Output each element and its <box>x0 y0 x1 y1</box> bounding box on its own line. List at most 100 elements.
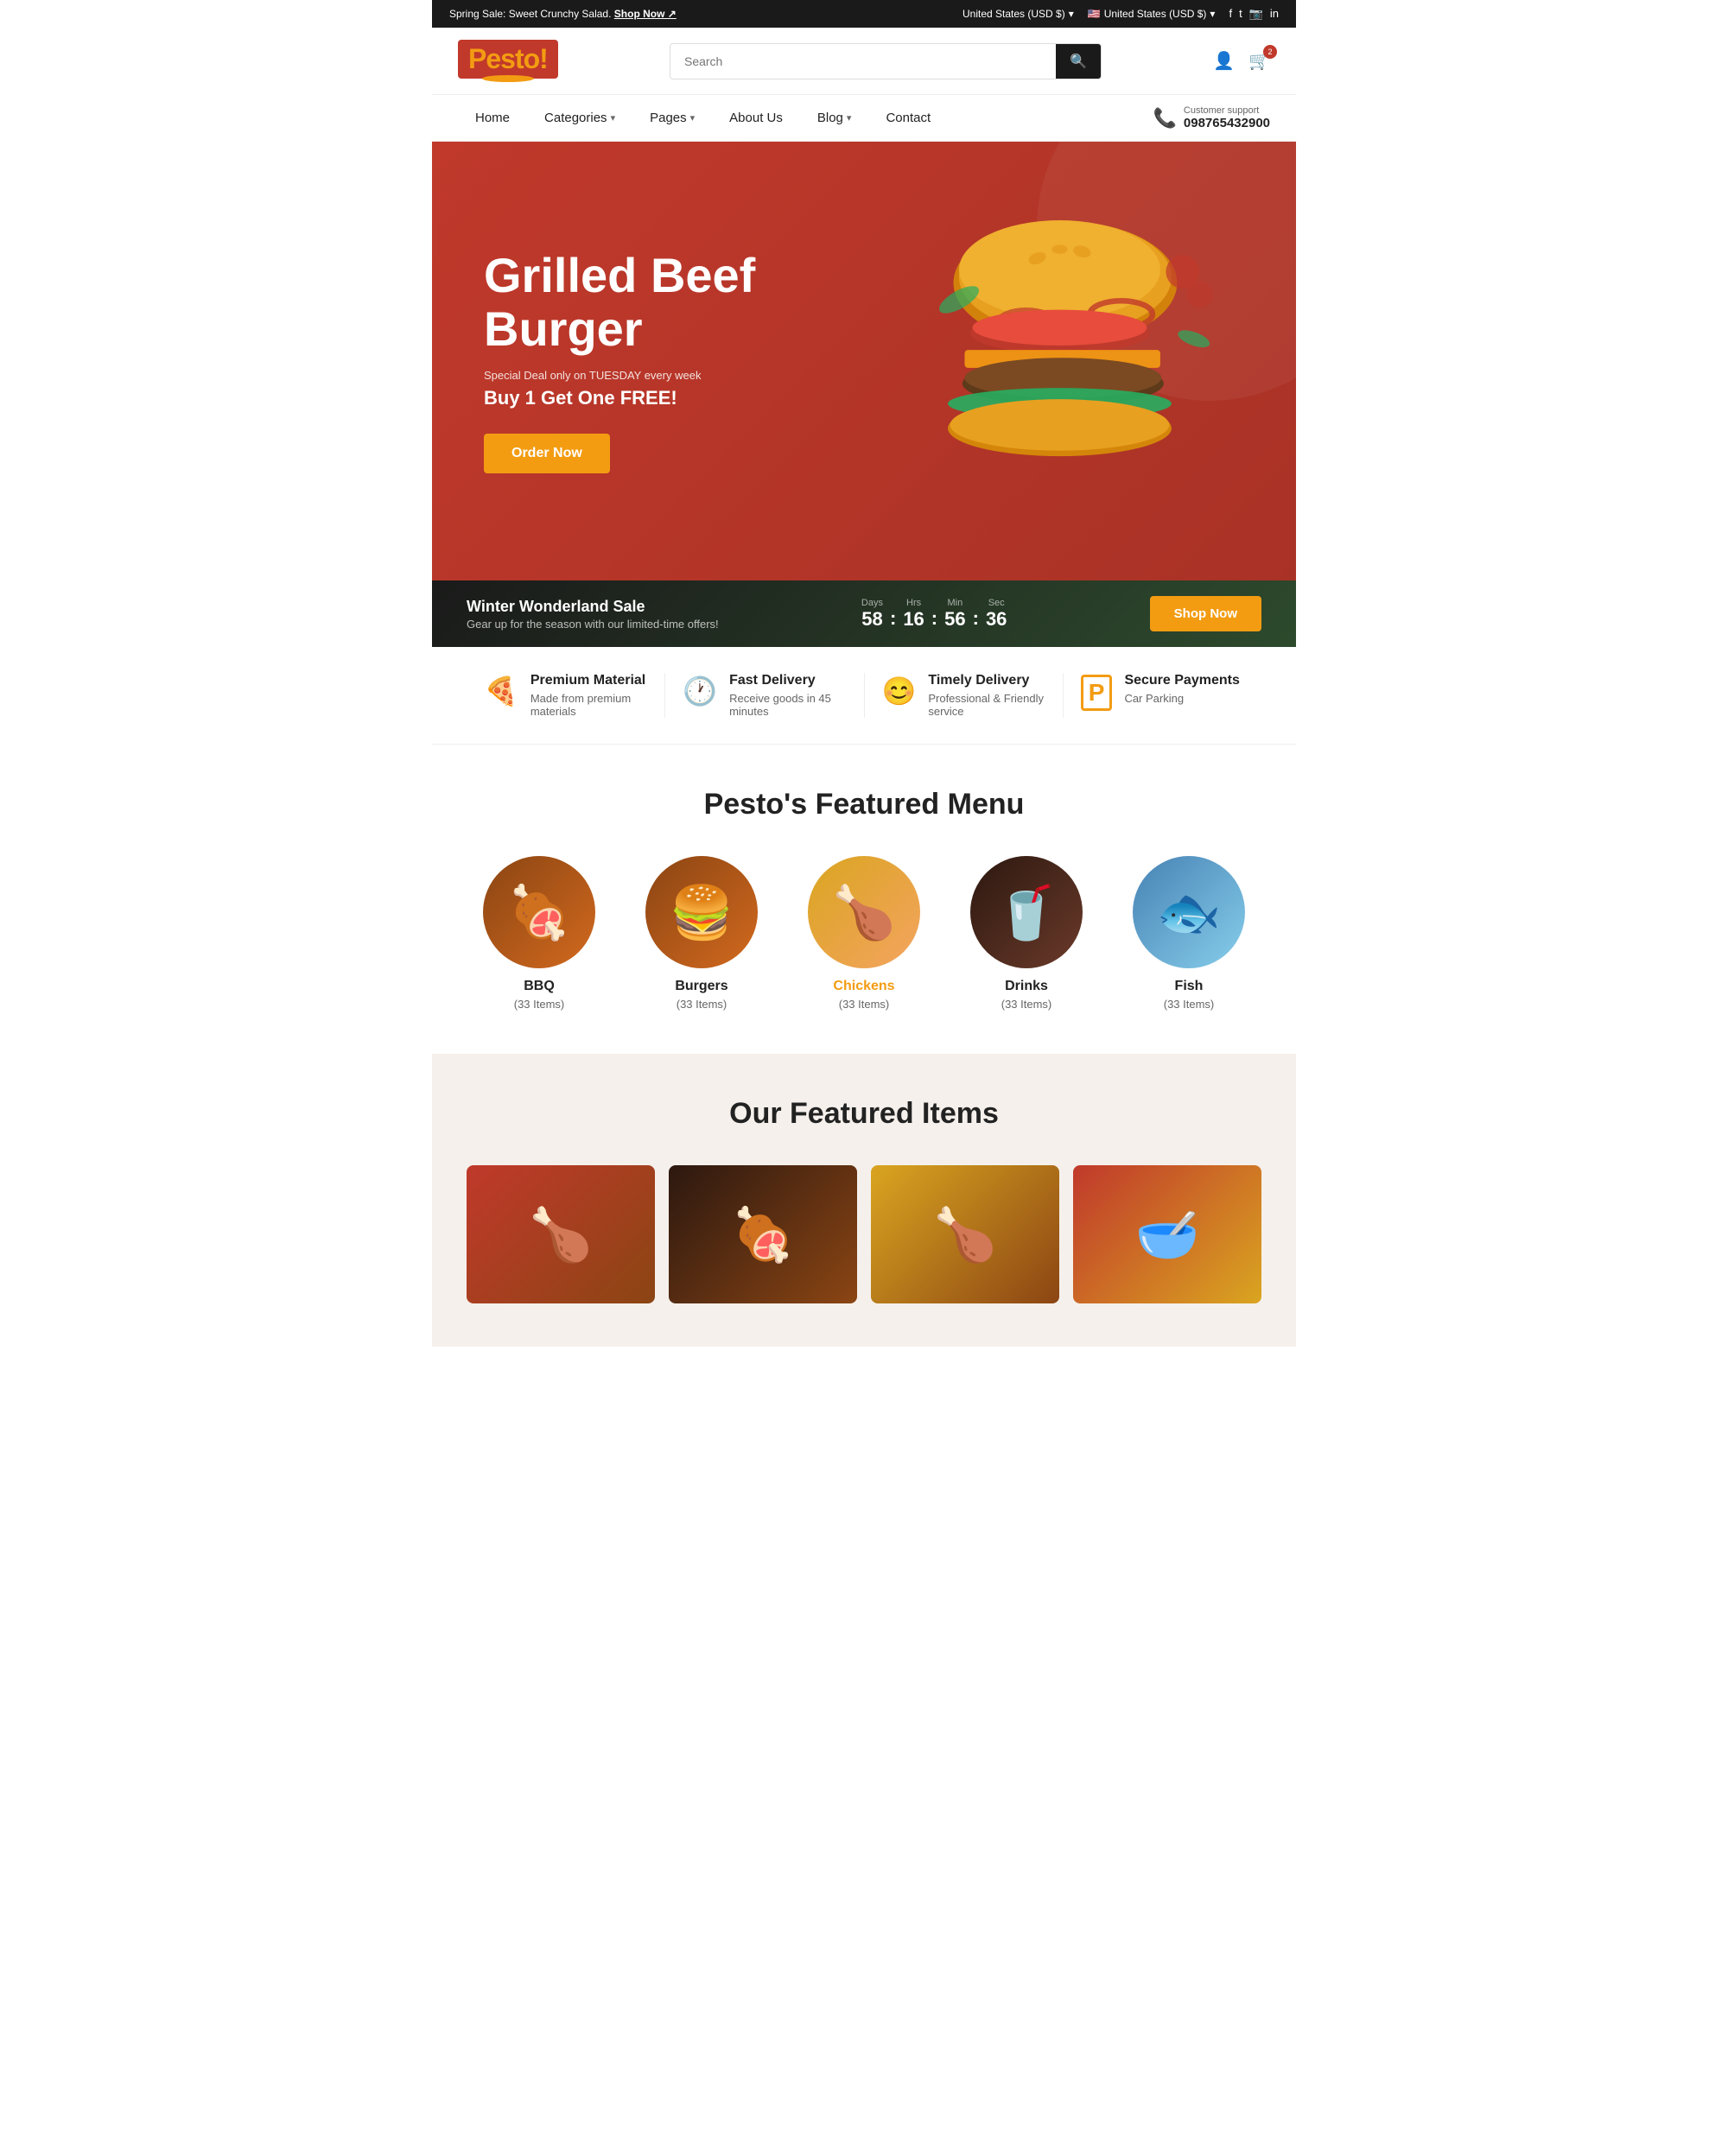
customer-support: 📞 Customer support 098765432900 <box>1153 105 1270 130</box>
features-strip: 🍕 Premium Material Made from premium mat… <box>432 647 1296 745</box>
user-icon[interactable]: 👤 <box>1213 50 1235 72</box>
logo[interactable]: Pesto! <box>458 40 558 82</box>
nav-contact[interactable]: Contact <box>868 95 948 141</box>
flag-icon: 🇺🇸 <box>1088 8 1101 20</box>
countdown-min: Min 56 <box>944 598 965 631</box>
linkedin-icon[interactable]: in <box>1270 7 1279 21</box>
nav-categories[interactable]: Categories ▾ <box>527 95 632 141</box>
currency-selector[interactable]: United States (USD $) ▾ <box>962 8 1074 20</box>
nav-about[interactable]: About Us <box>712 95 800 141</box>
feature-premium-text: Premium Material Made from premium mater… <box>530 673 647 718</box>
item-img-1: 🍗 <box>467 1165 655 1303</box>
items-grid: 🍗 🍖 🍗 🥣 <box>467 1165 1261 1303</box>
bbq-emoji: 🍖 <box>507 882 572 943</box>
pages-chevron: ▾ <box>690 112 696 124</box>
currency-chevron: ▾ <box>1069 8 1074 20</box>
support-phone[interactable]: 098765432900 <box>1184 116 1270 130</box>
category-bbq[interactable]: 🍖 BBQ (33 Items) <box>467 856 612 1011</box>
announcement-shop-now[interactable]: Shop Now ↗ <box>614 8 677 20</box>
country-chevron: ▾ <box>1210 8 1215 20</box>
category-drinks[interactable]: 🥤 Drinks (33 Items) <box>954 856 1099 1011</box>
category-chickens[interactable]: 🍗 Chickens (33 Items) <box>791 856 937 1011</box>
feature-fast-desc: Receive goods in 45 minutes <box>729 692 846 718</box>
categories-chevron: ▾ <box>611 112 616 124</box>
chicken-emoji: 🍗 <box>832 882 897 943</box>
navigation: Home Categories ▾ Pages ▾ About Us Blog … <box>432 95 1296 142</box>
cart-icon[interactable]: 🛒 2 <box>1248 50 1270 72</box>
announcement-bar: Spring Sale: Sweet Crunchy Salad. Shop N… <box>432 0 1296 28</box>
drinks-emoji: 🥤 <box>994 882 1059 943</box>
logo-text: Pesto! <box>458 40 558 79</box>
item-img-3: 🍗 <box>871 1165 1059 1303</box>
feature-timely-desc: Professional & Friendly service <box>928 692 1045 718</box>
item-card-3[interactable]: 🍗 <box>871 1165 1059 1303</box>
countdown-sep-1: : <box>890 607 896 630</box>
fast-delivery-icon: 🕐 <box>683 675 717 707</box>
item-emoji-4: 🥣 <box>1135 1204 1200 1265</box>
hero-deal: Buy 1 Get One FREE! <box>484 387 864 409</box>
country-label: United States (USD $) <box>1104 8 1207 20</box>
burger-emoji: 🍔 <box>670 882 734 943</box>
countdown-sep-2: : <box>931 607 937 630</box>
secure-icon: P <box>1081 675 1113 711</box>
logo-exclaim: ! <box>539 43 548 74</box>
category-chickens-img: 🍗 <box>808 856 920 968</box>
nav-home[interactable]: Home <box>458 95 527 141</box>
social-icons: f t 📷 in <box>1229 7 1279 21</box>
hero-image <box>864 193 1244 529</box>
order-now-button[interactable]: Order Now <box>484 434 610 473</box>
category-fish[interactable]: 🐟 Fish (33 Items) <box>1116 856 1261 1011</box>
sale-subtitle: Gear up for the season with our limited-… <box>467 618 719 631</box>
premium-icon: 🍕 <box>484 675 518 707</box>
feature-timely-title: Timely Delivery <box>928 673 1045 688</box>
announcement-left: Spring Sale: Sweet Crunchy Salad. <box>449 8 611 20</box>
feature-timely-text: Timely Delivery Professional & Friendly … <box>928 673 1045 718</box>
category-burgers-count: (33 Items) <box>677 998 727 1011</box>
menu-categories: 🍖 BBQ (33 Items) 🍔 Burgers (33 Items) 🍗 … <box>467 856 1261 1011</box>
fish-emoji: 🐟 <box>1157 882 1222 943</box>
featured-items-title: Our Featured Items <box>467 1097 1261 1131</box>
currency-label: United States (USD $) <box>962 8 1065 20</box>
category-fish-name: Fish <box>1175 979 1204 994</box>
category-burgers-img: 🍔 <box>645 856 758 968</box>
item-card-4[interactable]: 🥣 <box>1073 1165 1261 1303</box>
item-emoji-1: 🍗 <box>529 1204 594 1265</box>
feature-secure-desc: Car Parking <box>1124 692 1239 705</box>
item-card-1[interactable]: 🍗 <box>467 1165 655 1303</box>
item-img-4: 🥣 <box>1073 1165 1261 1303</box>
item-emoji-3: 🍗 <box>933 1204 998 1265</box>
search-input[interactable] <box>670 46 1056 77</box>
logo-underline <box>482 75 534 82</box>
twitter-icon[interactable]: t <box>1239 7 1242 21</box>
countdown-sec: Sec 36 <box>986 598 1007 631</box>
category-bbq-name: BBQ <box>524 979 555 994</box>
country-selector[interactable]: 🇺🇸 United States (USD $) ▾ <box>1088 8 1216 20</box>
category-burgers[interactable]: 🍔 Burgers (33 Items) <box>629 856 774 1011</box>
feature-timely: 😊 Timely Delivery Professional & Friendl… <box>865 673 1064 718</box>
announcement-text: Spring Sale: Sweet Crunchy Salad. Shop N… <box>449 8 677 20</box>
featured-menu-section: Pesto's Featured Menu 🍖 BBQ (33 Items) 🍔… <box>432 745 1296 1054</box>
announcement-right: United States (USD $) ▾ 🇺🇸 United States… <box>962 7 1279 21</box>
header: Pesto! 🔍 👤 🛒 2 <box>432 28 1296 95</box>
facebook-icon[interactable]: f <box>1229 7 1232 21</box>
category-fish-count: (33 Items) <box>1164 998 1215 1011</box>
instagram-icon[interactable]: 📷 <box>1249 7 1263 21</box>
feature-premium: 🍕 Premium Material Made from premium mat… <box>467 673 665 718</box>
hero-title: Grilled Beef Burger <box>484 249 864 355</box>
shop-now-button[interactable]: Shop Now <box>1150 596 1261 631</box>
item-emoji-2: 🍖 <box>731 1204 796 1265</box>
cart-badge: 2 <box>1263 45 1277 59</box>
hero-content: Grilled Beef Burger Special Deal only on… <box>484 249 864 473</box>
feature-secure-title: Secure Payments <box>1124 673 1239 688</box>
feature-secure: P Secure Payments Car Parking <box>1064 673 1261 711</box>
item-card-2[interactable]: 🍖 <box>669 1165 857 1303</box>
burger-illustration <box>864 193 1244 529</box>
header-actions: 👤 🛒 2 <box>1213 50 1270 72</box>
nav-pages[interactable]: Pages ▾ <box>632 95 712 141</box>
category-bbq-img: 🍖 <box>483 856 595 968</box>
category-drinks-count: (33 Items) <box>1001 998 1052 1011</box>
search-button[interactable]: 🔍 <box>1056 44 1101 79</box>
sale-bar: Winter Wonderland Sale Gear up for the s… <box>432 580 1296 647</box>
nav-blog[interactable]: Blog ▾ <box>800 95 869 141</box>
countdown-hrs: Hrs 16 <box>903 598 924 631</box>
